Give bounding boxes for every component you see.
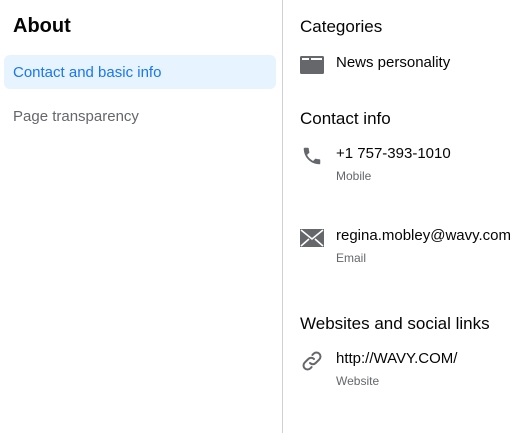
contact-info-heading: Contact info (300, 109, 391, 128)
phone-icon (300, 144, 324, 168)
category-icon (300, 53, 324, 77)
email-type-label: Email (336, 251, 367, 265)
envelope-icon (300, 226, 324, 250)
categories-heading: Categories (300, 17, 383, 36)
sidebar-title: About (13, 15, 71, 37)
websites-heading: Websites and social links (300, 314, 490, 333)
sidebar-item-label: Page transparency (13, 107, 139, 125)
sidebar-item-label: Contact and basic info (13, 63, 162, 81)
phone-type-label: Mobile (336, 169, 372, 183)
about-sidebar: About Contact and basic info Page transp… (0, 0, 283, 433)
website-type-label: Website (336, 374, 380, 388)
link-icon (300, 349, 324, 373)
email-address[interactable]: regina.mobley@wavy.com (336, 226, 511, 246)
category-row: News personality (300, 53, 524, 77)
sidebar-item-contact-and-basic-info[interactable]: Contact and basic info (4, 55, 276, 89)
email-row: regina.mobley@wavy.com Email (300, 226, 524, 265)
about-content: Categories News personality Contact info (283, 0, 532, 433)
about-panel: About Contact and basic info Page transp… (0, 0, 532, 433)
website-link[interactable]: http://WAVY.COM/ (336, 349, 457, 369)
sidebar-item-page-transparency[interactable]: Page transparency (4, 99, 276, 133)
website-row: http://WAVY.COM/ Website (300, 349, 524, 388)
phone-row: +1 757-393-1010 Mobile (300, 144, 524, 183)
category-label: News personality (336, 54, 451, 71)
phone-number[interactable]: +1 757-393-1010 (336, 144, 451, 164)
